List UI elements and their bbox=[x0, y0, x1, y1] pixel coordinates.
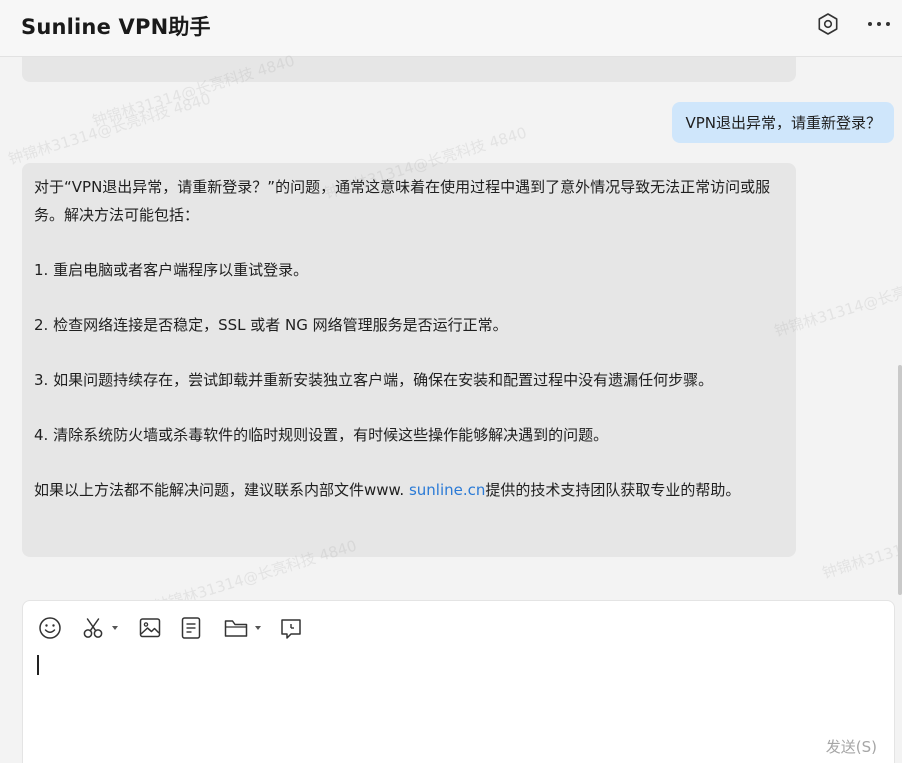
feedback-icon[interactable] bbox=[278, 615, 304, 641]
folder-icon[interactable] bbox=[223, 615, 265, 641]
text-cursor bbox=[37, 655, 39, 675]
chat-scrollbar[interactable] bbox=[898, 365, 902, 595]
reply-step-1: 1. 重启电脑或者客户端程序以重试登录。 bbox=[34, 260, 309, 279]
sunline-link[interactable]: sunline.cn bbox=[409, 481, 485, 499]
scissors-icon[interactable] bbox=[81, 615, 123, 641]
more-options-icon[interactable] bbox=[866, 11, 892, 37]
previous-message-bubble bbox=[22, 57, 796, 82]
reply-outro: 如果以上方法都不能解决问题，建议联系内部文件www. sunline.cn提供的… bbox=[34, 477, 784, 505]
reply-step-4: 4. 清除系统防火墙或杀毒软件的临时规则设置，有时候这些操作能够解决遇到的问题。 bbox=[34, 425, 609, 444]
header-bar: Sunline VPN助手 bbox=[0, 0, 902, 57]
user-message-bubble: VPN退出异常，请重新登录？ bbox=[672, 102, 894, 143]
document-icon[interactable] bbox=[178, 615, 204, 641]
page-title: Sunline VPN助手 bbox=[21, 15, 211, 39]
emoji-icon[interactable] bbox=[37, 615, 63, 641]
reply-step-3: 3. 如果问题持续存在，尝试卸载并重新安装独立客户端，确保在安装和配置过程中没有… bbox=[34, 370, 714, 389]
chat-area[interactable]: VPN退出异常，请重新登录？ 对于“VPN退出异常，请重新登录？”的问题，通常这… bbox=[0, 57, 902, 597]
send-button[interactable]: 发送(S) bbox=[826, 736, 877, 757]
settings-icon[interactable] bbox=[815, 11, 841, 37]
reply-step-2: 2. 检查网络连接是否稳定，SSL 或者 NG 网络管理服务是否运行正常。 bbox=[34, 315, 508, 334]
reply-intro: 对于“VPN退出异常，请重新登录？”的问题，通常这意味着在使用过程中遇到了意外情… bbox=[34, 178, 771, 224]
image-icon[interactable] bbox=[137, 615, 163, 641]
reply-outro-prefix: 如果以上方法都不能解决问题，建议联系内部文件www. bbox=[34, 480, 409, 499]
vpn-assistant-window: Sunline VPN助手 VPN退出异常，请重新登录？ 对于“VPN退出异常，… bbox=[0, 0, 902, 763]
message-composer[interactable]: 发送(S) bbox=[22, 600, 895, 763]
reply-outro-suffix: 提供的技术支持团队获取专业的帮助。 bbox=[485, 480, 741, 499]
bot-message-bubble: 对于“VPN退出异常，请重新登录？”的问题，通常这意味着在使用过程中遇到了意外情… bbox=[22, 163, 796, 557]
